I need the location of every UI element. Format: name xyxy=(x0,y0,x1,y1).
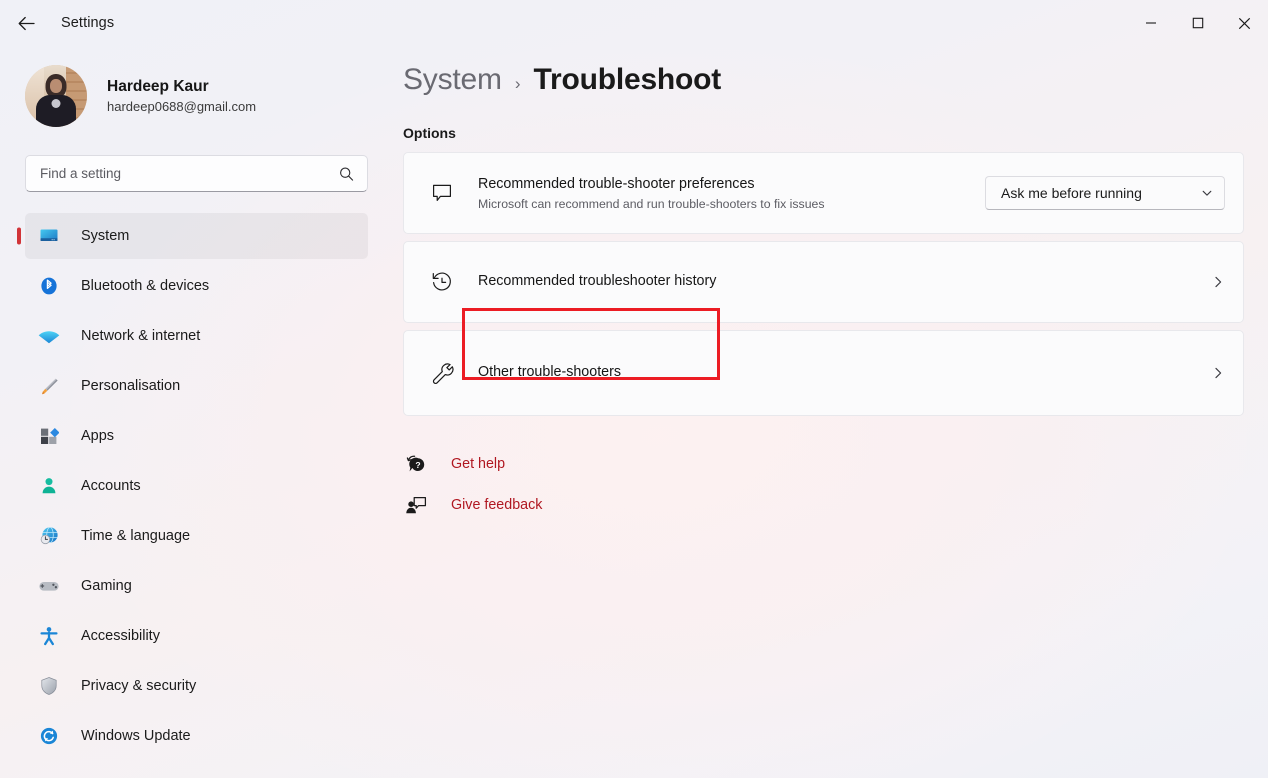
clock-globe-icon xyxy=(38,525,60,547)
help-question-icon: ? xyxy=(403,453,429,475)
section-title: Options xyxy=(403,125,456,141)
sidebar-nav: System Bluetooth & devices Network & int… xyxy=(14,213,380,759)
account-name: Hardeep Kaur xyxy=(107,77,209,95)
person-icon xyxy=(38,475,60,497)
wifi-icon xyxy=(38,325,60,347)
chevron-right-icon xyxy=(1211,275,1225,289)
sidebar-item-windows-update[interactable]: Windows Update xyxy=(25,713,368,759)
update-icon xyxy=(38,725,60,747)
maximize-icon xyxy=(1192,17,1203,29)
sidebar-item-network-internet[interactable]: Network & internet xyxy=(25,313,368,359)
minimize-icon xyxy=(1145,22,1156,24)
sidebar-item-label: Gaming xyxy=(81,578,132,594)
card-title: Other trouble-shooters xyxy=(478,364,622,381)
window-controls xyxy=(1127,0,1268,46)
sidebar-item-gaming[interactable]: Gaming xyxy=(25,563,368,609)
sidebar-item-label: Network & internet xyxy=(81,328,201,344)
sidebar-item-label: System xyxy=(81,228,130,244)
wrench-icon xyxy=(428,361,456,386)
sidebar-item-time-language[interactable]: Time & language xyxy=(25,513,368,559)
gamepad-icon xyxy=(38,575,60,597)
paintbrush-icon xyxy=(38,375,60,397)
sidebar-item-label: Bluetooth & devices xyxy=(81,278,210,294)
sidebar-item-label: Personalisation xyxy=(81,378,181,394)
card-recommended-troubleshooter-history[interactable]: Recommended troubleshooter history xyxy=(403,241,1244,323)
maximize-button[interactable] xyxy=(1174,0,1221,46)
card-title: Recommended troubleshooter history xyxy=(478,273,717,290)
card-recommended-troubleshooter-preferences[interactable]: Recommended trouble-shooter preferences … xyxy=(403,152,1244,234)
chevron-down-icon xyxy=(1202,190,1212,196)
link-label: Get help xyxy=(451,456,506,472)
dropdown-value: Ask me before running xyxy=(1001,185,1142,201)
back-button[interactable] xyxy=(9,8,43,38)
get-help-link[interactable]: ? Get help xyxy=(403,447,505,481)
recommended-preferences-dropdown[interactable]: Ask me before running xyxy=(985,176,1225,210)
app-title: Settings xyxy=(61,15,115,31)
chevron-right-icon: › xyxy=(514,74,521,93)
give-feedback-link[interactable]: Give feedback xyxy=(403,488,542,522)
help-links: ? Get help Give feedback xyxy=(403,447,1244,522)
sidebar-item-privacy-security[interactable]: Privacy & security xyxy=(25,663,368,709)
feedback-person-icon xyxy=(403,494,429,516)
account-email: hardeep0688@gmail.com xyxy=(107,98,257,114)
history-clock-icon xyxy=(428,270,456,294)
svg-text:?: ? xyxy=(415,460,420,470)
close-button[interactable] xyxy=(1221,0,1268,46)
app-shell: Hardeep Kaur hardeep0688@gmail.com Find … xyxy=(0,46,1268,778)
sidebar-item-accounts[interactable]: Accounts xyxy=(25,463,368,509)
back-arrow-icon xyxy=(18,16,35,30)
accessibility-icon xyxy=(38,625,60,647)
sidebar-item-label: Accounts xyxy=(81,478,141,494)
sidebar-item-apps[interactable]: Apps xyxy=(25,413,368,459)
apps-icon xyxy=(38,425,60,447)
search-input[interactable] xyxy=(26,156,367,191)
sidebar-item-bluetooth-devices[interactable]: Bluetooth & devices xyxy=(25,263,368,309)
card-title: Recommended trouble-shooter preferences xyxy=(478,176,755,193)
shield-icon xyxy=(38,675,60,697)
link-label: Give feedback xyxy=(451,497,543,513)
sidebar-item-label: Apps xyxy=(81,428,115,444)
avatar xyxy=(25,65,87,127)
sidebar-item-label: Accessibility xyxy=(81,628,160,644)
card-other-troubleshooters[interactable]: Other trouble-shooters xyxy=(403,308,1244,416)
sidebar: Hardeep Kaur hardeep0688@gmail.com Find … xyxy=(0,46,380,778)
sidebar-item-label: Windows Update xyxy=(81,728,191,744)
page-title: Troubleshoot xyxy=(533,63,722,96)
card-subtitle: Microsoft can recommend and run trouble-… xyxy=(478,196,825,211)
sidebar-item-label: Time & language xyxy=(81,528,191,544)
chevron-right-icon xyxy=(1211,366,1225,380)
breadcrumb: System › Troubleshoot xyxy=(403,63,1244,97)
speech-bubble-icon xyxy=(428,181,456,205)
search-box[interactable] xyxy=(25,155,368,192)
bluetooth-icon xyxy=(38,275,60,297)
breadcrumb-parent[interactable]: System xyxy=(403,63,502,97)
sidebar-item-personalisation[interactable]: Personalisation xyxy=(25,363,368,409)
close-icon xyxy=(1238,17,1251,29)
main-content: System › Troubleshoot Options Recommende… xyxy=(380,46,1268,778)
monitor-icon xyxy=(38,225,60,247)
sidebar-item-accessibility[interactable]: Accessibility xyxy=(25,613,368,659)
account-block[interactable]: Hardeep Kaur hardeep0688@gmail.com xyxy=(25,65,380,127)
minimize-button[interactable] xyxy=(1127,0,1174,46)
title-bar: Settings xyxy=(0,0,1268,46)
sidebar-item-label: Privacy & security xyxy=(81,678,197,694)
sidebar-item-system[interactable]: System xyxy=(25,213,368,259)
search-icon[interactable] xyxy=(339,166,354,181)
